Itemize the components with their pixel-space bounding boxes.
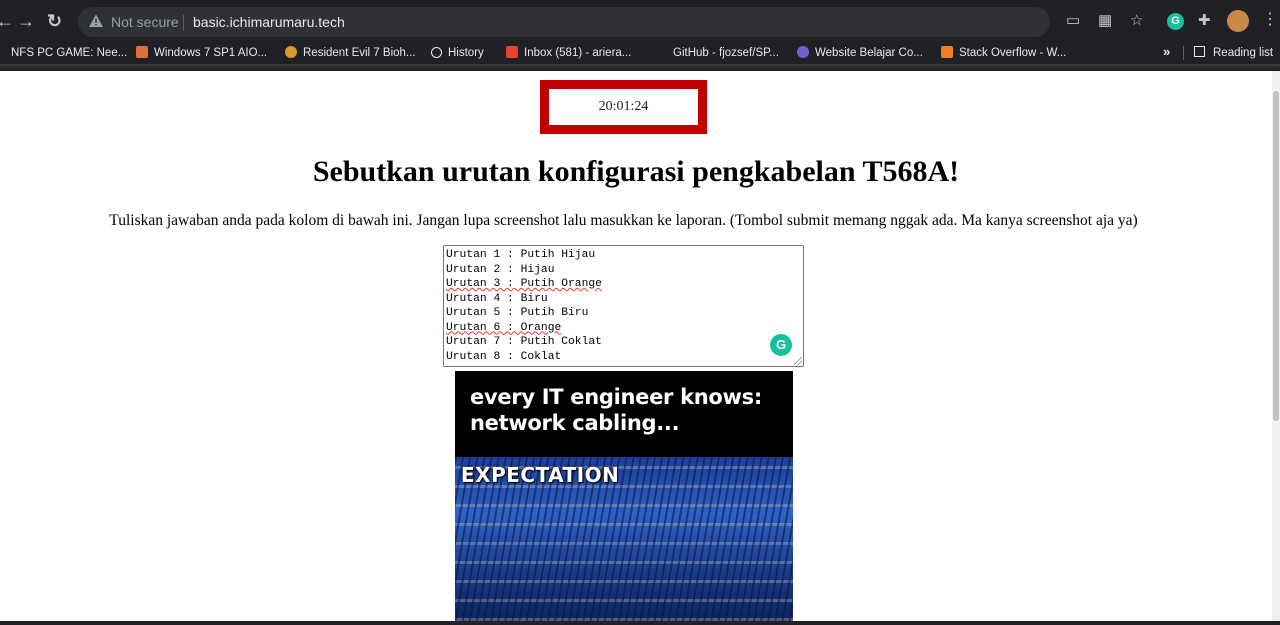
- bookmark-label: NFS PC GAME: Nee...: [11, 47, 128, 59]
- answer-line-text: Urutan 6 : Orange: [446, 321, 562, 334]
- bookmark-label: Website Belajar Co...: [815, 47, 923, 59]
- clock-display: 20:01:24: [540, 80, 707, 134]
- grammarly-icon[interactable]: G: [770, 334, 792, 356]
- bookmark-label: Stack Overflow - W...: [959, 47, 1067, 59]
- page-content: 20:01:24 Sebutkan urutan konfigurasi pen…: [0, 71, 1272, 621]
- bookmark-label: GitHub - fjozsef/SP...: [673, 47, 779, 59]
- bookmark-item[interactable]: Windows 7 SP1 AIO...: [136, 45, 267, 61]
- profile-avatar[interactable]: [1227, 10, 1249, 32]
- instruction-text: Tuliskan jawaban anda pada kolom di bawa…: [109, 212, 1138, 229]
- bookmark-label: Windows 7 SP1 AIO...: [154, 47, 268, 59]
- bookmarks-divider: [1183, 46, 1184, 60]
- bookmark-label: History: [448, 47, 484, 59]
- browser-toolbar: ← → ↻ Not secure basic.ichimarumaru.tech…: [0, 0, 1280, 42]
- answer-line-text: Urutan 3 : Putih Orange: [446, 278, 602, 290]
- page-title: Sebutkan urutan konfigurasi pengkabelan …: [312, 155, 960, 188]
- page-scrollbar[interactable]: [1272, 71, 1280, 621]
- answer-line: Urutan 8 : Coklat: [446, 350, 562, 363]
- bookmark-item[interactable]: GitHub - fjozsef/SP...: [673, 45, 779, 61]
- meme-caption-area: every IT engineer knows: network cabling…: [455, 371, 793, 457]
- grammarly-extension-icon[interactable]: G: [1167, 13, 1184, 30]
- forward-icon[interactable]: →: [17, 10, 35, 32]
- bookmark-item[interactable]: NFS PC GAME: Nee...: [11, 45, 127, 61]
- reading-list-label: Reading list: [1213, 47, 1274, 59]
- more-bookmarks-button[interactable]: »: [1163, 44, 1170, 59]
- scrollbar-thumb[interactable]: [1273, 91, 1279, 421]
- history-icon: [431, 47, 442, 58]
- bookmark-item[interactable]: Stack Overflow - W...: [941, 45, 1066, 61]
- meme-caption: every IT engineer knows: network cabling…: [470, 385, 762, 435]
- resize-handle-icon[interactable]: [794, 357, 802, 365]
- address-bar[interactable]: Not secure basic.ichimarumaru.tech: [78, 7, 1050, 37]
- url-text[interactable]: basic.ichimarumaru.tech: [193, 14, 345, 30]
- reload-icon[interactable]: ↻: [47, 10, 62, 32]
- folder-icon: [136, 46, 148, 58]
- answer-line: Urutan 3 : Putih Orange: [446, 277, 801, 292]
- meme-label: EXPECTATION: [461, 463, 620, 487]
- bookmark-item[interactable]: Website Belajar Co...: [797, 45, 923, 61]
- bookmark-star-icon[interactable]: ☆: [1130, 12, 1143, 30]
- gmail-icon: [506, 46, 518, 58]
- security-label[interactable]: Not secure: [111, 14, 179, 30]
- answer-textarea[interactable]: Urutan 1 : Putih Hijau Urutan 2 : Hijau …: [443, 245, 804, 367]
- extensions-puzzle-icon[interactable]: ✚: [1198, 12, 1211, 30]
- stackoverflow-icon: [941, 46, 953, 58]
- bookmark-item[interactable]: Resident Evil 7 Bioh...: [285, 45, 416, 61]
- warning-icon: [89, 14, 103, 27]
- answer-line: Urutan 4 : Biru: [446, 292, 548, 305]
- cast-icon[interactable]: ▭: [1066, 12, 1080, 30]
- bookmark-label: Inbox (581) - ariera...: [524, 47, 632, 59]
- bookmark-item[interactable]: Inbox (581) - ariera...: [506, 45, 631, 61]
- tab-grid-icon[interactable]: ▦: [1098, 12, 1112, 30]
- answer-line: Urutan 5 : Putih Biru: [446, 307, 589, 319]
- omnibox-divider: [183, 15, 184, 30]
- answer-line: Urutan 7 : Putih Coklat: [446, 336, 602, 348]
- back-icon[interactable]: ←: [0, 10, 14, 32]
- bookmark-label: Resident Evil 7 Bioh...: [303, 47, 416, 59]
- menu-kebab-icon[interactable]: ⋮: [1262, 10, 1278, 30]
- reading-list-button[interactable]: Reading list: [1194, 45, 1273, 61]
- meme-image: every IT engineer knows: network cabling…: [455, 371, 793, 621]
- reading-list-icon: [1194, 46, 1205, 57]
- site-favicon-icon: [285, 46, 297, 58]
- bookmark-item[interactable]: History: [431, 45, 484, 61]
- answer-line: Urutan 1 : Putih Hijau: [446, 249, 596, 261]
- toolbar-shadow: [0, 64, 1280, 71]
- bookmarks-bar: NFS PC GAME: Nee... Windows 7 SP1 AIO...…: [0, 42, 1280, 64]
- site-favicon-icon: [797, 46, 809, 58]
- answer-line: Urutan 6 : Orange: [446, 321, 801, 336]
- bottom-edge: [0, 621, 1280, 625]
- answer-line: Urutan 2 : Hijau: [446, 263, 555, 276]
